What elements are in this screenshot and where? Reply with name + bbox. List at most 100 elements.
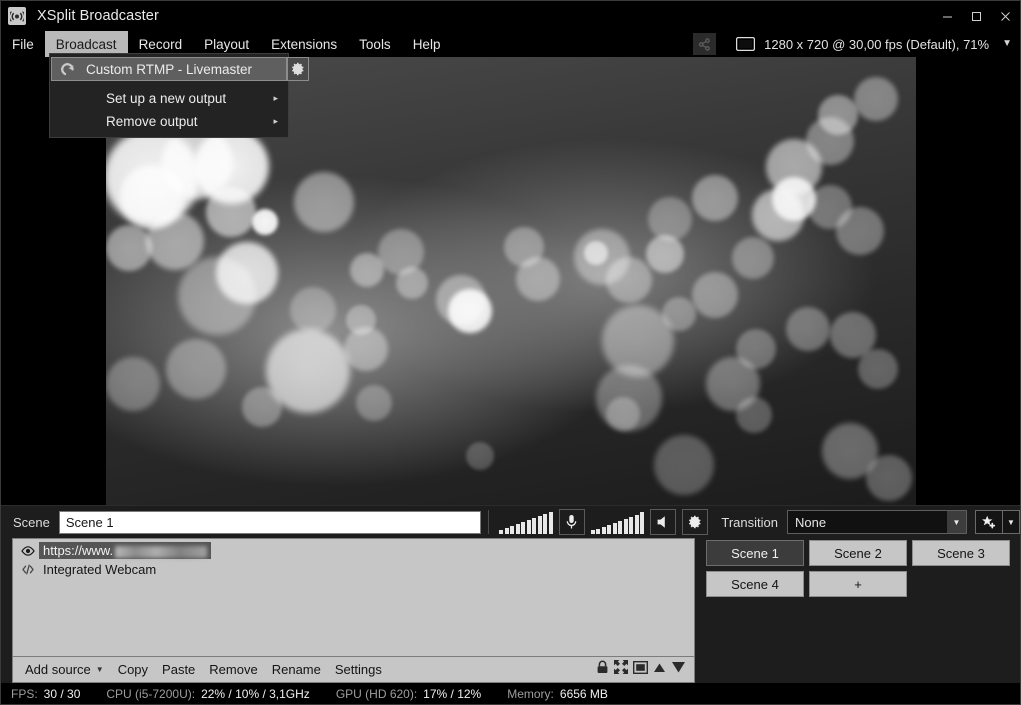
- menu-item-remove-output[interactable]: Remove output ▸: [50, 110, 288, 133]
- picture-in-picture-icon[interactable]: [633, 661, 648, 679]
- bokeh-circle: [854, 77, 898, 121]
- fps-label: FPS:: [11, 687, 38, 701]
- rename-button[interactable]: Rename: [265, 662, 328, 677]
- add-effect-icon[interactable]: [976, 515, 1002, 530]
- maximize-button[interactable]: [962, 1, 991, 31]
- microphone-icon[interactable]: [559, 509, 585, 535]
- effect-dropdown-caret-icon[interactable]: ▼: [1002, 511, 1019, 533]
- bokeh-circle: [106, 357, 160, 411]
- meter-bar: [613, 523, 617, 534]
- source-name: Integrated Webcam: [39, 561, 160, 578]
- source-list-item[interactable]: Integrated Webcam: [15, 560, 692, 579]
- transition-bar: Transition None ▼ ▼: [721, 510, 1020, 534]
- rtmp-stream-icon: [52, 62, 86, 77]
- lock-icon[interactable]: [596, 660, 609, 679]
- meter-bar: [516, 524, 520, 534]
- memory-label: Memory:: [507, 687, 554, 701]
- resolution-indicator[interactable]: 1280 x 720 @ 30,00 fps (Default), 71%: [764, 37, 989, 52]
- bokeh-circle: [290, 287, 336, 333]
- divider: [488, 510, 489, 534]
- status-fps: FPS: 30 / 30: [11, 687, 80, 701]
- bokeh-circle: [692, 175, 738, 221]
- copy-button[interactable]: Copy: [111, 662, 155, 677]
- meter-bar: [543, 514, 547, 534]
- custom-rtmp-label: Custom RTMP - Livemaster: [86, 62, 286, 77]
- scene-name-input[interactable]: [59, 511, 482, 534]
- meter-bar: [527, 520, 531, 534]
- bokeh-circle: [818, 95, 858, 135]
- submenu-arrow-icon: ▸: [273, 116, 278, 127]
- scene-label: Scene: [1, 515, 59, 530]
- bokeh-circle: [206, 187, 256, 237]
- bokeh-circle: [448, 289, 492, 333]
- close-button[interactable]: [991, 1, 1020, 31]
- menu-file[interactable]: File: [1, 31, 45, 57]
- eye-hidden-icon[interactable]: [17, 564, 39, 575]
- bokeh-circle: [606, 397, 640, 431]
- meter-bar: [532, 518, 536, 534]
- scene-tab-1[interactable]: Scene 1: [706, 540, 804, 566]
- bokeh-circle: [866, 455, 912, 501]
- window-title: XSplit Broadcaster: [37, 8, 159, 24]
- speaker-level-meter: [588, 510, 648, 534]
- gpu-value: 17% / 12%: [423, 687, 481, 701]
- gear-icon[interactable]: [287, 57, 309, 81]
- title-bar: XSplit Broadcaster: [1, 1, 1020, 31]
- paste-button[interactable]: Paste: [155, 662, 202, 677]
- meter-bar: [629, 517, 633, 534]
- menu-tools[interactable]: Tools: [348, 31, 402, 57]
- speaker-icon[interactable]: [650, 509, 676, 535]
- bokeh-circle: [396, 267, 428, 299]
- scene-tab-4[interactable]: Scene 4: [706, 571, 804, 597]
- bokeh-circle: [252, 209, 278, 235]
- scene-tab-label: Scene 3: [937, 546, 985, 561]
- bokeh-circle: [654, 435, 714, 495]
- meter-bar: [538, 516, 542, 534]
- minimize-button[interactable]: [933, 1, 962, 31]
- audio-settings-gear-icon[interactable]: [682, 509, 708, 535]
- lower-panels: https://www. Integrated Webcam Add source…: [1, 538, 1020, 683]
- bokeh-circle: [356, 385, 392, 421]
- status-gpu: GPU (HD 620): 17% / 12%: [336, 687, 481, 701]
- menu-help[interactable]: Help: [402, 31, 452, 57]
- bokeh-circle: [466, 442, 494, 470]
- remove-button[interactable]: Remove: [202, 662, 264, 677]
- meter-bar: [505, 528, 509, 534]
- source-toolbar: Add source ▼ Copy Paste Remove Rename Se…: [12, 657, 695, 683]
- meter-bar: [607, 525, 611, 534]
- xsplit-broadcaster-window: XSplit Broadcaster File Broadcast Record…: [0, 0, 1021, 705]
- meter-bar: [635, 515, 639, 534]
- bokeh-circle: [836, 207, 884, 255]
- cpu-label: CPU (i5-7200U):: [106, 687, 195, 701]
- monitor-icon: [736, 37, 755, 51]
- source-name: https://www.: [39, 542, 211, 559]
- app-logo-icon: [8, 7, 26, 25]
- share-icon[interactable]: [693, 33, 716, 55]
- settings-button[interactable]: Settings: [328, 662, 389, 677]
- cpu-value: 22% / 10% / 3,1GHz: [201, 687, 310, 701]
- bokeh-circle: [648, 197, 692, 241]
- menu-item-setup-new-output[interactable]: Set up a new output ▸: [50, 87, 288, 110]
- move-up-icon[interactable]: [653, 661, 666, 679]
- fit-to-screen-icon[interactable]: [614, 660, 628, 679]
- chevron-down-icon[interactable]: ▼: [1002, 39, 1012, 49]
- bokeh-circle: [166, 339, 226, 399]
- menu-item-custom-rtmp[interactable]: Custom RTMP - Livemaster: [51, 57, 287, 81]
- transition-select[interactable]: None ▼: [787, 510, 967, 534]
- scene-tab-label: +: [854, 577, 862, 592]
- bokeh-circle: [178, 257, 256, 335]
- eye-icon[interactable]: [17, 546, 39, 556]
- source-list-item[interactable]: https://www.: [15, 541, 692, 560]
- meter-bar: [624, 519, 628, 534]
- scene-tab-5[interactable]: +: [809, 571, 907, 597]
- scenes-panel: Scene 1Scene 2 Scene 3 Scene 4 +: [706, 538, 1020, 683]
- scene-tab-3[interactable]: Scene 3: [912, 540, 1010, 566]
- meter-bar: [521, 522, 525, 534]
- chevron-down-icon[interactable]: ▼: [947, 511, 966, 533]
- chevron-down-icon: ▼: [96, 665, 104, 674]
- bokeh-circle: [584, 241, 608, 265]
- source-list[interactable]: https://www. Integrated Webcam: [12, 538, 695, 657]
- move-down-icon[interactable]: [671, 660, 686, 679]
- add-source-button[interactable]: Add source ▼: [18, 662, 111, 677]
- scene-tab-2[interactable]: Scene 2: [809, 540, 907, 566]
